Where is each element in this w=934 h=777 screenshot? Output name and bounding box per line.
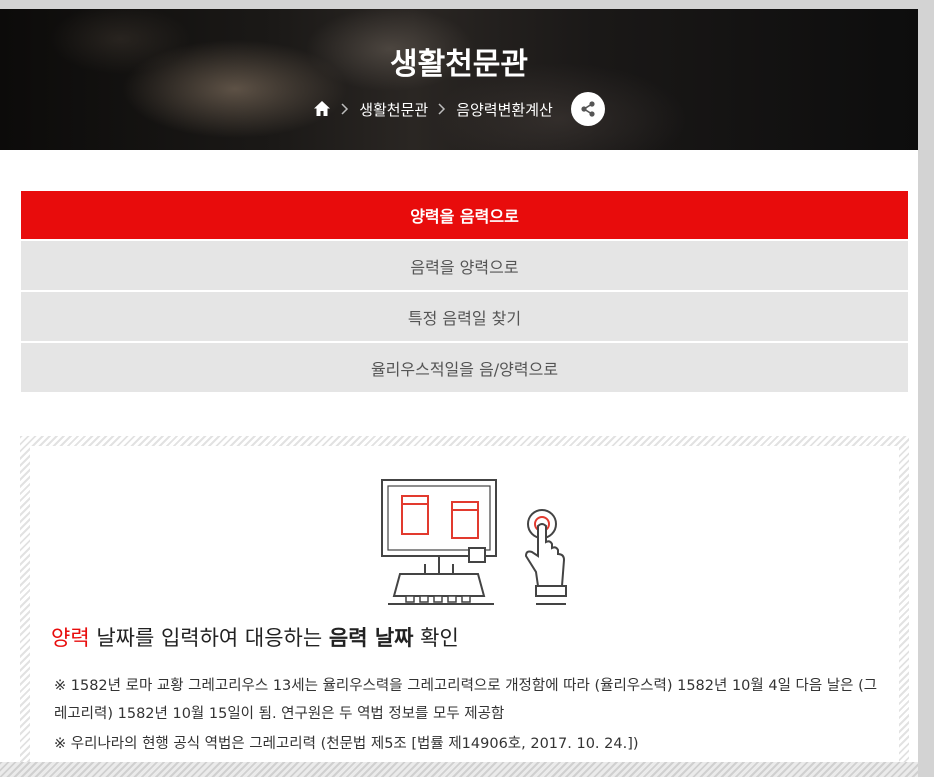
chevron-right-icon: [341, 103, 349, 115]
page: 생활천문관 생활천문관 음양력변환계산 양력을 음력으로 음력을 양력으로 특정…: [0, 0, 918, 777]
menu-item-find-lunar-date[interactable]: 특정 음력일 찾기: [21, 292, 908, 343]
top-strip: [0, 0, 918, 9]
computer-touch-icon: [381, 479, 567, 605]
headline-lunar: 음력 날짜: [328, 626, 414, 650]
info-panel: 양력 날짜를 입력하여 대응하는 음력 날짜 확인 ※ 1582년 로마 교황 …: [20, 436, 909, 777]
breadcrumb-item-astronomy[interactable]: 생활천문관: [359, 99, 428, 120]
headline-solar: 양력: [51, 626, 90, 650]
share-icon: [581, 101, 595, 117]
conversion-menu: 양력을 음력으로 음력을 양력으로 특정 음력일 찾기 율리우스적일을 음/양력…: [21, 191, 908, 394]
scrollbar[interactable]: [918, 0, 934, 777]
hero-banner: 생활천문관 생활천문관 음양력변환계산: [0, 9, 918, 150]
bottom-strip: [0, 762, 918, 777]
info-panel-inner: 양력 날짜를 입력하여 대응하는 음력 날짜 확인 ※ 1582년 로마 교황 …: [30, 446, 899, 777]
breadcrumb-item-lunar-solar-converter[interactable]: 음양력변환계산: [456, 99, 553, 120]
menu-item-solar-to-lunar[interactable]: 양력을 음력으로: [21, 191, 908, 241]
menu-item-lunar-to-solar[interactable]: 음력을 양력으로: [21, 241, 908, 292]
note-gregorian-reform: ※ 1582년 로마 교황 그레고리우스 13세는 율리우스력을 그레고리력으로…: [54, 678, 878, 722]
share-button[interactable]: [570, 92, 605, 126]
headline-mid: 날짜를 입력하여 대응하는: [89, 626, 329, 650]
info-headline: 양력 날짜를 입력하여 대응하는 음력 날짜 확인: [51, 622, 459, 652]
note-official-calendar: ※ 우리나라의 현행 공식 역법은 그레고리력 (천문법 제5조 [법률 제14…: [54, 736, 639, 752]
home-icon[interactable]: [313, 100, 331, 118]
chevron-right-icon: [438, 103, 446, 115]
page-title: 생활천문관: [390, 47, 528, 82]
menu-item-julian-day[interactable]: 율리우스적일을 음/양력으로: [21, 343, 908, 394]
headline-post: 확인: [413, 626, 459, 650]
breadcrumb: 생활천문관 음양력변환계산: [0, 92, 918, 126]
